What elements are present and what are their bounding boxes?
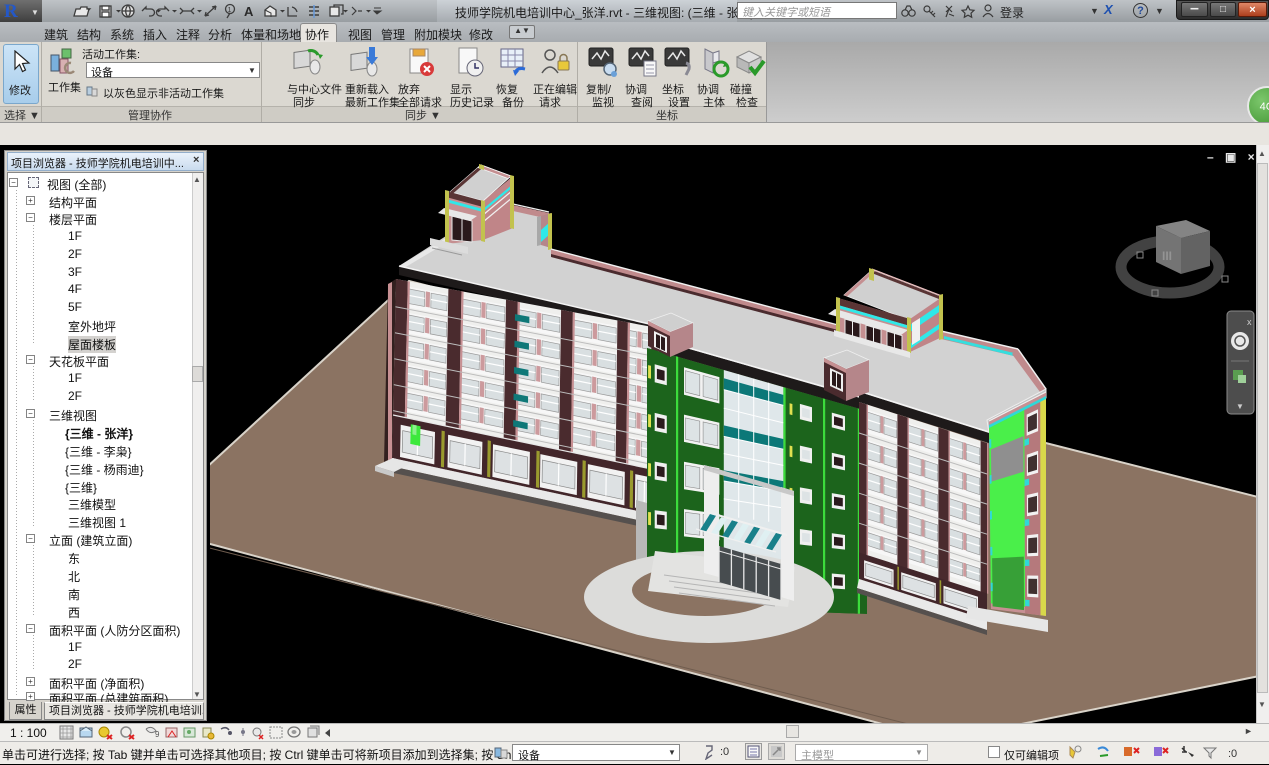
svg-text:1: 1	[228, 7, 232, 14]
svg-text:x: x	[1247, 317, 1252, 327]
svg-text:III: III	[1162, 249, 1172, 263]
svg-text:9: 9	[155, 730, 160, 739]
svg-text:A: A	[244, 4, 254, 19]
svg-text:▼: ▼	[1236, 402, 1244, 411]
